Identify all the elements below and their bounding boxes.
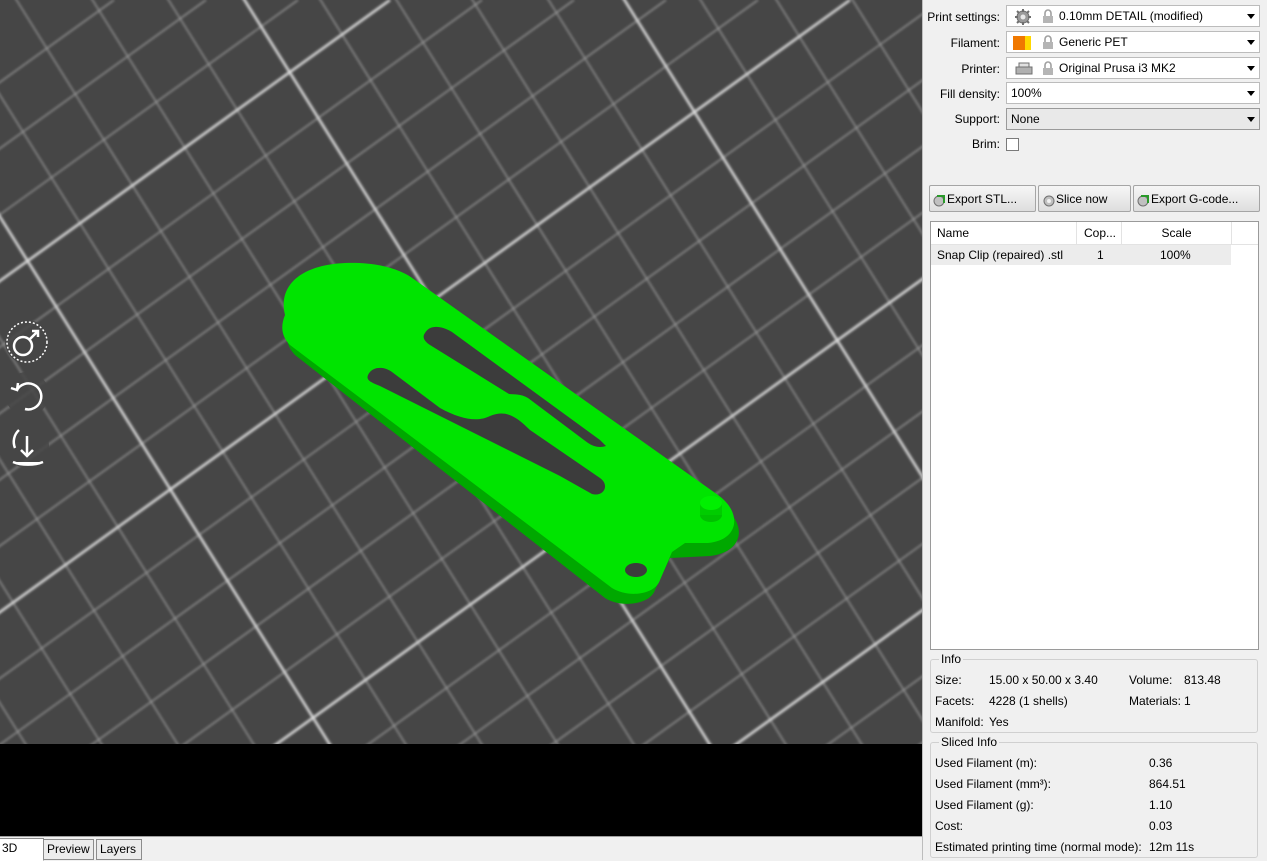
column-header-scale[interactable]: Scale xyxy=(1122,222,1232,244)
print-time-value: 12m 11s xyxy=(1149,840,1195,854)
used-filament-g-value: 1.10 xyxy=(1149,798,1173,812)
dropdown-arrow-icon xyxy=(1247,40,1255,45)
printer-icon xyxy=(1015,62,1033,75)
print-settings-value: 0.10mm DETAIL (modified) xyxy=(1059,9,1204,23)
volume-value: 813.48 xyxy=(1184,673,1221,687)
export-gcode-button[interactable]: Export G-code... xyxy=(1133,185,1260,212)
materials-label: Materials: xyxy=(1129,694,1182,708)
column-header-copies[interactable]: Cop... xyxy=(1077,222,1122,244)
column-header-name[interactable]: Name xyxy=(931,222,1077,244)
slice-gear-icon xyxy=(1043,195,1055,207)
fill-density-combo[interactable]: 100% xyxy=(1006,82,1260,104)
rotate-camera-button[interactable] xyxy=(5,372,49,416)
size-label: Size: xyxy=(935,673,962,687)
sliced-info-group: Sliced Info Used Filament (m): 0.36 Used… xyxy=(930,735,1258,858)
lock-icon xyxy=(1043,9,1053,23)
facets-label: Facets: xyxy=(935,694,975,708)
cost-value: 0.03 xyxy=(1149,819,1173,833)
printer-combo[interactable]: Original Prusa i3 MK2 xyxy=(1006,57,1260,79)
printer-label: Printer: xyxy=(961,62,1000,76)
move-camera-icon xyxy=(6,321,48,363)
grid-line xyxy=(0,214,332,744)
print-settings-label: Print settings: xyxy=(927,10,1000,24)
filament-label: Filament: xyxy=(950,36,1000,50)
facets-value: 4228 (1 shells) xyxy=(989,694,1068,708)
object-list[interactable]: Name Cop... Scale Snap Clip (repaired) .… xyxy=(930,221,1259,650)
export-gcode-label: Export G-code... xyxy=(1151,192,1239,206)
manifold-label: Manifold: xyxy=(935,715,984,729)
filament-value: Generic PET xyxy=(1059,35,1128,49)
fill-density-label: Fill density: xyxy=(939,87,1000,101)
support-value: None xyxy=(1011,112,1040,126)
grid-line xyxy=(699,0,922,356)
object-name-cell: Snap Clip (repaired) .stl xyxy=(937,248,1064,262)
grid-line xyxy=(547,0,922,599)
tab-layers[interactable]: Layers xyxy=(96,839,142,860)
sliced-info-title: Sliced Info xyxy=(939,735,1000,749)
print-settings-combo[interactable]: 0.10mm DETAIL (modified) xyxy=(1006,5,1260,27)
grid-line xyxy=(919,742,922,744)
slice-now-label: Slice now xyxy=(1056,192,1108,206)
size-value: 15.00 x 50.00 x 3.40 xyxy=(989,673,1098,687)
used-filament-g-label: Used Filament (g): xyxy=(935,798,1034,812)
printer-value: Original Prusa i3 MK2 xyxy=(1059,61,1176,75)
grid-line xyxy=(851,0,922,113)
tab-preview[interactable]: Preview xyxy=(43,839,94,860)
table-row[interactable]: Snap Clip (repaired) .stl 1 100% xyxy=(931,245,1231,265)
dropdown-arrow-icon xyxy=(1247,66,1255,71)
gear-icon xyxy=(1015,9,1031,25)
support-label: Support: xyxy=(954,112,1000,126)
tab-3d[interactable]: 3D xyxy=(0,838,44,861)
used-filament-mm3-label: Used Filament (mm³): xyxy=(935,777,1052,791)
info-title: Info xyxy=(939,652,964,666)
used-filament-m-label: Used Filament (m): xyxy=(935,756,1038,770)
support-combo[interactable]: None xyxy=(1006,108,1260,130)
zoom-camera-icon xyxy=(12,429,44,466)
slice-now-button[interactable]: Slice now xyxy=(1038,185,1131,212)
model-eyelet-hole xyxy=(625,563,647,577)
rotate-camera-icon xyxy=(10,382,43,411)
brim-checkbox[interactable] xyxy=(1006,138,1019,151)
brim-label: Brim: xyxy=(972,137,1000,151)
manifold-value: Yes xyxy=(989,715,1009,729)
print-time-label: Estimated printing time (normal mode): xyxy=(935,840,1142,854)
filament-color-swatch-icon xyxy=(1013,36,1031,50)
volume-label: Volume: xyxy=(1129,673,1173,687)
object-copies-cell: 1 xyxy=(1097,248,1104,262)
used-filament-mm3-value: 864.51 xyxy=(1149,777,1186,791)
filament-combo[interactable]: Generic PET xyxy=(1006,31,1260,53)
cost-label: Cost: xyxy=(935,819,964,833)
grid-line xyxy=(622,0,922,479)
export-stl-label: Export STL... xyxy=(947,192,1018,206)
grid-line xyxy=(796,0,922,744)
viewport-bottom-area xyxy=(0,744,922,836)
lock-icon xyxy=(1043,35,1053,49)
grid-line xyxy=(827,675,922,744)
info-group: Info Size: 15.00 x 50.00 x 3.40 Volume: … xyxy=(930,652,1258,733)
export-stl-button[interactable]: Export STL... xyxy=(929,185,1036,212)
dropdown-arrow-icon xyxy=(1247,14,1255,19)
3d-viewport[interactable] xyxy=(0,0,922,744)
print-bed-scene[interactable] xyxy=(0,0,922,744)
snap-clip-model[interactable] xyxy=(282,262,739,604)
materials-value: 1 xyxy=(1184,694,1191,708)
zoom-camera-button[interactable] xyxy=(5,424,49,468)
view-tabs: 3D Preview Layers xyxy=(0,836,922,861)
lock-icon xyxy=(1043,61,1053,75)
fill-density-value: 100% xyxy=(1011,86,1042,100)
dropdown-arrow-icon xyxy=(1247,91,1255,96)
object-scale-cell: 100% xyxy=(1160,248,1191,262)
used-filament-m-value: 0.36 xyxy=(1149,756,1173,770)
export-icon xyxy=(933,195,945,207)
settings-panel: Print settings: 0.10mm DETAIL (modified)… xyxy=(926,0,1267,860)
grid-line xyxy=(734,608,922,744)
dropdown-arrow-icon xyxy=(1247,117,1255,122)
export-icon xyxy=(1137,195,1149,207)
move-camera-button[interactable] xyxy=(5,320,49,364)
